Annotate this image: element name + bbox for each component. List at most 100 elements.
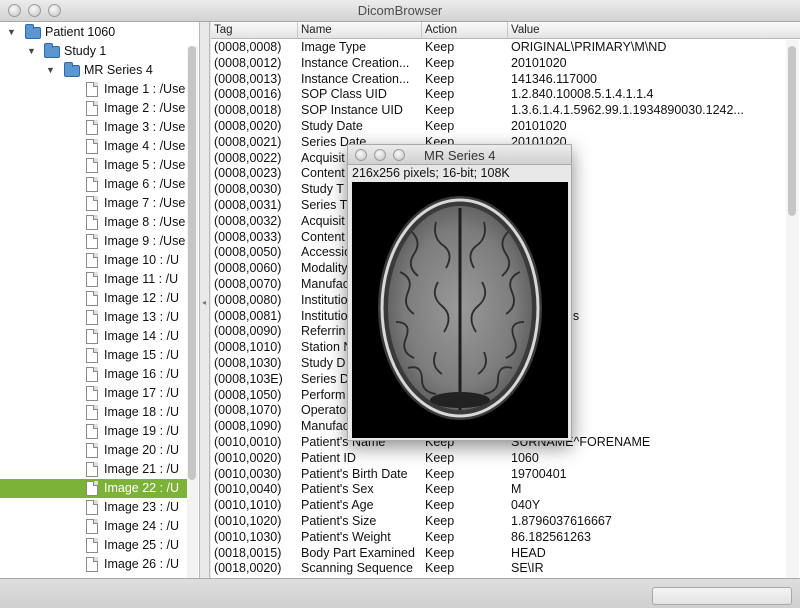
tree-item-image[interactable]: Image 2 : /Use (0, 99, 190, 118)
tree-item-image[interactable]: Image 5 : /Use (0, 156, 190, 175)
tree-item-series[interactable]: ▼ MR Series 4 (0, 61, 190, 80)
expand-triangle-icon[interactable]: ▼ (27, 42, 37, 61)
table-vertical-scrollbar[interactable] (786, 40, 799, 578)
tree-vertical-scrollbar[interactable] (187, 46, 198, 578)
cell-value[interactable]: 20101020 (511, 119, 789, 135)
tree-item-image[interactable]: Image 4 : /Use (0, 137, 190, 156)
cell-action[interactable]: Keep (425, 561, 511, 577)
column-header-tag[interactable]: Tag (211, 22, 298, 39)
cell-name: Patient's Sex (301, 482, 374, 497)
tree-item-image[interactable]: Image 26 : /U (0, 555, 190, 574)
cell-value[interactable]: HEAD (511, 546, 789, 562)
column-header-value[interactable]: Value (508, 22, 786, 39)
tree-item-image[interactable]: Image 11 : /U (0, 270, 190, 289)
table-row[interactable]: (0018,0020) Scanning Sequence Keep SE\IR (211, 561, 786, 577)
table-row[interactable]: (0010,1030) Patient's Weight Keep 86.182561… (211, 530, 786, 546)
tree-item-image[interactable]: Image 18 : /U (0, 403, 190, 422)
cell-value[interactable]: 1.8796037616667 (511, 514, 789, 530)
table-row[interactable]: (0008,0018) SOP Instance UID Keep 1.3.6.1.4… (211, 103, 786, 119)
drag-handle-icon[interactable]: ◂ (202, 298, 206, 307)
cell-value[interactable]: ORIGINAL\PRIMARY\M\ND (511, 40, 789, 56)
tree-item-image[interactable]: Image 17 : /U (0, 384, 190, 403)
file-icon (86, 253, 98, 268)
table-row[interactable]: (0008,0012) Instance Creation... Keep 20101… (211, 56, 786, 72)
tree-item-image[interactable]: Image 10 : /U (0, 251, 190, 270)
viewer-minimize-button[interactable] (374, 149, 386, 161)
tree-item-image[interactable]: Image 25 : /U (0, 536, 190, 555)
cell-action[interactable]: Keep (425, 451, 511, 467)
file-icon (86, 557, 98, 572)
table-row[interactable]: (0018,0015) Body Part Examined Keep HEAD (211, 546, 786, 562)
tree-item-image[interactable]: Image 8 : /Use (0, 213, 190, 232)
image-viewer-window[interactable]: MR Series 4 216x256 pixels; 16-bit; 108K (347, 144, 572, 441)
tree-item-image[interactable]: Image 20 : /U (0, 441, 190, 460)
table-row[interactable]: (0008,0016) SOP Class UID Keep 1.2.840.1000… (211, 87, 786, 103)
cell-value[interactable]: 1060 (511, 451, 789, 467)
cell-value[interactable]: 040Y (511, 498, 789, 514)
table-row[interactable]: (0008,0013) Instance Creation... Keep 14134… (211, 72, 786, 88)
table-row[interactable]: (0010,1020) Patient's Size Keep 1.879603761… (211, 514, 786, 530)
file-icon (86, 405, 98, 420)
tree-item-image[interactable]: Image 12 : /U (0, 289, 190, 308)
file-icon (86, 386, 98, 401)
expand-triangle-icon[interactable]: ▼ (7, 23, 17, 42)
cell-action[interactable]: Keep (425, 514, 511, 530)
tree-item-image[interactable]: Image 7 : /Use (0, 194, 190, 213)
cell-action[interactable]: Keep (425, 498, 511, 514)
column-header-action[interactable]: Action (422, 22, 508, 39)
cell-value[interactable]: 1.2.840.10008.5.1.4.1.1.4 (511, 87, 789, 103)
cell-action[interactable]: Keep (425, 87, 511, 103)
tree-item-image[interactable]: Image 15 : /U (0, 346, 190, 365)
tree-label: Image 10 : /U (104, 253, 180, 267)
table-row[interactable]: (0010,1010) Patient's Age Keep 040Y (211, 498, 786, 514)
cell-action[interactable]: Keep (425, 530, 511, 546)
cell-tag: (0008,0022) (214, 150, 282, 165)
tree-item-image[interactable]: Image 6 : /Use (0, 175, 190, 194)
tree-item-image[interactable]: Image 22 : /U (0, 479, 190, 498)
expand-triangle-icon[interactable]: ▼ (46, 61, 56, 80)
tree-item-image[interactable]: Image 14 : /U (0, 327, 190, 346)
cell-value[interactable]: 20101020 (511, 56, 789, 72)
tree-item-image[interactable]: Image 16 : /U (0, 365, 190, 384)
cell-action[interactable]: Keep (425, 119, 511, 135)
tree-item-patient[interactable]: ▼ Patient 1060 (0, 23, 190, 42)
tree-item-image[interactable]: Image 23 : /U (0, 498, 190, 517)
tree-item-image[interactable]: Image 24 : /U (0, 517, 190, 536)
split-pane-divider[interactable]: ◂ (200, 22, 210, 578)
column-header-name[interactable]: Name (298, 22, 422, 39)
table-row[interactable]: (0010,0040) Patient's Sex Keep M (211, 482, 786, 498)
tree-item-image[interactable]: Image 9 : /Use (0, 232, 190, 251)
tree-item-image[interactable]: Image 1 : /Use (0, 80, 190, 99)
cell-value[interactable]: 141346.117000 (511, 72, 789, 88)
table-row[interactable]: (0010,0020) Patient ID Keep 1060 (211, 451, 786, 467)
cell-action[interactable]: Keep (425, 103, 511, 119)
cell-action[interactable]: Keep (425, 56, 511, 72)
tree-scroll-thumb[interactable] (188, 46, 196, 480)
viewer-title-bar[interactable]: MR Series 4 (348, 145, 571, 165)
file-icon (86, 215, 98, 230)
cell-value[interactable]: 1.3.6.1.4.1.5962.99.1.1934890030.1242... (511, 103, 789, 119)
cell-name: Instance Creation... (301, 71, 410, 86)
tree-item-image[interactable]: Image 3 : /Use (0, 118, 190, 137)
cell-action[interactable]: Keep (425, 72, 511, 88)
cell-action[interactable]: Keep (425, 546, 511, 562)
cell-name: Patient's Size (301, 514, 377, 528)
cell-value[interactable]: 86.182561263 (511, 530, 789, 546)
cell-value[interactable]: 19700401 (511, 467, 789, 483)
table-scroll-thumb[interactable] (788, 46, 796, 216)
viewer-zoom-button[interactable] (393, 149, 405, 161)
tree-item-image[interactable]: Image 21 : /U (0, 460, 190, 479)
tree-item-study[interactable]: ▼ Study 1 (0, 42, 190, 61)
tree-item-image[interactable]: Image 13 : /U (0, 308, 190, 327)
cell-action[interactable]: Keep (425, 467, 511, 483)
table-row[interactable]: (0010,0030) Patient's Birth Date Keep 19700… (211, 467, 786, 483)
cell-action[interactable]: Keep (425, 40, 511, 56)
viewer-close-button[interactable] (355, 149, 367, 161)
cell-value[interactable]: SE\IR (511, 561, 789, 577)
table-row[interactable]: (0008,0008) Image Type Keep ORIGINAL\PRIMAR… (211, 40, 786, 56)
cell-action[interactable]: Keep (425, 482, 511, 498)
table-row[interactable]: (0008,0020) Study Date Keep 20101020 (211, 119, 786, 135)
tree-item-image[interactable]: Image 19 : /U (0, 422, 190, 441)
cell-tag: (0010,1010) (214, 498, 282, 513)
cell-value[interactable]: M (511, 482, 789, 498)
